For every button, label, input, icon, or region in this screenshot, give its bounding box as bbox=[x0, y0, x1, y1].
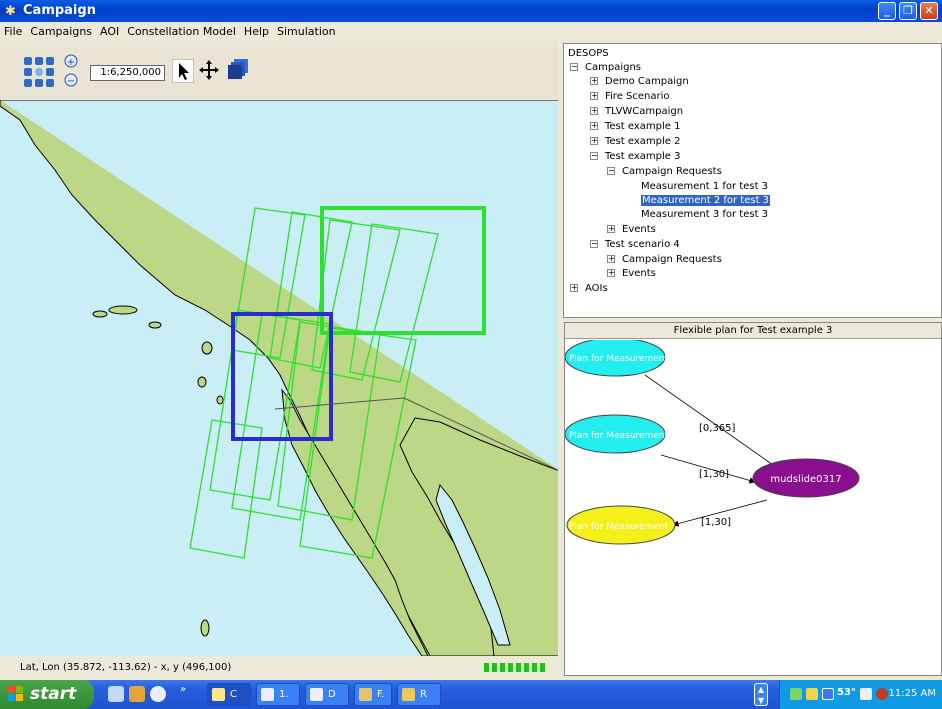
tray-volume-icon[interactable] bbox=[860, 688, 872, 700]
edge-3-label: [1,30] bbox=[701, 517, 731, 528]
tray-security-icon[interactable] bbox=[876, 688, 888, 700]
map-toolbar: + − 1:6,250,000 bbox=[0, 41, 562, 100]
tree-item-test-example-2[interactable]: + Test example 2 bbox=[590, 135, 680, 149]
quicklaunch-desktop-icon[interactable] bbox=[108, 686, 124, 702]
tree-measurement-2[interactable]: Measurement 2 for test 3 bbox=[641, 194, 771, 208]
quicklaunch-media-icon[interactable] bbox=[129, 686, 145, 702]
window-title: Campaign bbox=[23, 3, 96, 18]
tree-item-fire-scenario[interactable]: + Fire Scenario bbox=[590, 90, 670, 104]
layers-icon[interactable] bbox=[226, 57, 250, 81]
tree-item-test-example-3[interactable]: − Test example 3 bbox=[590, 150, 680, 164]
pan-move-icon[interactable] bbox=[198, 59, 220, 81]
maximize-button[interactable]: ❐ bbox=[899, 2, 917, 20]
taskbar: start » C 1. D F. R ▲ ▼ 53° 11:25 AM bbox=[0, 680, 942, 709]
menu-simulation[interactable]: Simulation bbox=[273, 22, 340, 38]
system-tray: 53° 11:25 AM bbox=[779, 680, 942, 709]
tree-item-demo-campaign[interactable]: + Demo Campaign bbox=[590, 75, 689, 89]
map-canvas[interactable] bbox=[0, 100, 562, 656]
start-button[interactable]: start bbox=[0, 680, 94, 709]
quicklaunch-browser-icon[interactable] bbox=[150, 686, 166, 702]
tree-aois[interactable]: + AOIs bbox=[570, 282, 608, 296]
task-d[interactable]: D bbox=[305, 683, 349, 706]
tree-campaigns[interactable]: − Campaigns bbox=[570, 61, 641, 75]
progress-indicator bbox=[484, 663, 548, 675]
menu-bar: File Campaigns AOI Constellation Model Help S… bbox=[0, 22, 942, 41]
tree-ts4-events[interactable]: + Events bbox=[607, 267, 656, 281]
task-f[interactable]: F. bbox=[354, 683, 392, 706]
tray-network-icon[interactable] bbox=[790, 688, 802, 700]
zoom-buttons-icon: + − bbox=[64, 54, 78, 87]
task-c[interactable]: C bbox=[207, 683, 251, 706]
edge-2-label: [1,30] bbox=[699, 469, 729, 480]
svg-text:−: − bbox=[67, 76, 75, 87]
minimize-button[interactable]: _ bbox=[878, 2, 896, 20]
tree-item-test-example-1[interactable]: + Test example 1 bbox=[590, 120, 680, 134]
tree-measurement-3[interactable]: Measurement 3 for test 3 bbox=[641, 208, 768, 222]
scale-input[interactable]: 1:6,250,000 bbox=[90, 65, 165, 81]
app-icon: ✱ bbox=[5, 4, 16, 19]
menu-aoi[interactable]: AOI bbox=[96, 22, 123, 38]
status-bar: Lat, Lon (35.872, -113.62) - x, y (496,1… bbox=[0, 656, 562, 680]
plan-node-1-label[interactable]: Plan for Measurement bbox=[569, 354, 669, 364]
campaign-window: ✱ Campaign _ ❐ ✕ File Campaigns AOI Constel… bbox=[0, 0, 942, 709]
tray-window-icon[interactable] bbox=[822, 688, 834, 700]
plan-node-3-label[interactable]: Plan for Measurement bbox=[569, 522, 669, 532]
start-label: start bbox=[30, 684, 77, 704]
tree-item-tlvwcampaign[interactable]: + TLVWCampaign bbox=[590, 105, 683, 119]
menu-help[interactable]: Help bbox=[240, 22, 273, 38]
tree-events[interactable]: + Events bbox=[607, 223, 656, 237]
task-1[interactable]: 1. bbox=[256, 683, 300, 706]
tree-test-scenario-4[interactable]: − Test scenario 4 bbox=[590, 238, 680, 252]
tree-campaign-requests[interactable]: − Campaign Requests bbox=[607, 165, 722, 179]
graph-title: Flexible plan for Test example 3 bbox=[565, 323, 941, 339]
select-arrow-icon[interactable] bbox=[172, 59, 194, 83]
mudslide-label[interactable]: mudslide0317 bbox=[770, 474, 841, 485]
map-panel: + − 1:6,250,000 Lat, Lon (35.872, -113.6… bbox=[0, 41, 562, 680]
taskbar-scroll[interactable]: ▲ ▼ bbox=[754, 683, 768, 706]
tree-ts4-campaign-requests[interactable]: + Campaign Requests bbox=[607, 253, 722, 267]
task-r[interactable]: R bbox=[397, 683, 441, 706]
tree-root[interactable]: DESOPS bbox=[568, 47, 609, 61]
pan-navigator-icon[interactable] bbox=[22, 55, 56, 89]
windows-flag-icon bbox=[8, 686, 23, 701]
tray-weather[interactable]: 53° bbox=[837, 687, 856, 698]
menu-file[interactable]: File bbox=[0, 22, 26, 38]
edge-1-label: [0,365] bbox=[699, 423, 736, 434]
close-button[interactable]: ✕ bbox=[920, 2, 938, 20]
coords-readout: Lat, Lon (35.872, -113.62) - x, y (496,1… bbox=[20, 662, 232, 673]
quicklaunch-expand-icon[interactable]: » bbox=[180, 684, 186, 695]
plan-graph: Plan for Measurement Plan for Measuremen… bbox=[565, 340, 860, 545]
tree-measurement-1[interactable]: Measurement 1 for test 3 bbox=[641, 180, 768, 194]
plan-node-2-label[interactable]: Plan for Measurement bbox=[569, 431, 669, 441]
menu-constellation-model[interactable]: Constellation Model bbox=[123, 22, 240, 38]
svg-text:+: + bbox=[67, 57, 75, 68]
title-bar[interactable]: ✱ Campaign _ ❐ ✕ bbox=[0, 0, 942, 22]
campaign-tree: DESOPS − Campaigns + Demo Campaign + Fire S… bbox=[563, 43, 942, 318]
tray-edit-icon[interactable] bbox=[806, 688, 818, 700]
flexible-plan-panel: Flexible plan for Test example 3 Plan fo… bbox=[564, 322, 942, 676]
clock: 11:25 AM bbox=[888, 688, 936, 699]
menu-campaigns[interactable]: Campaigns bbox=[26, 22, 96, 38]
